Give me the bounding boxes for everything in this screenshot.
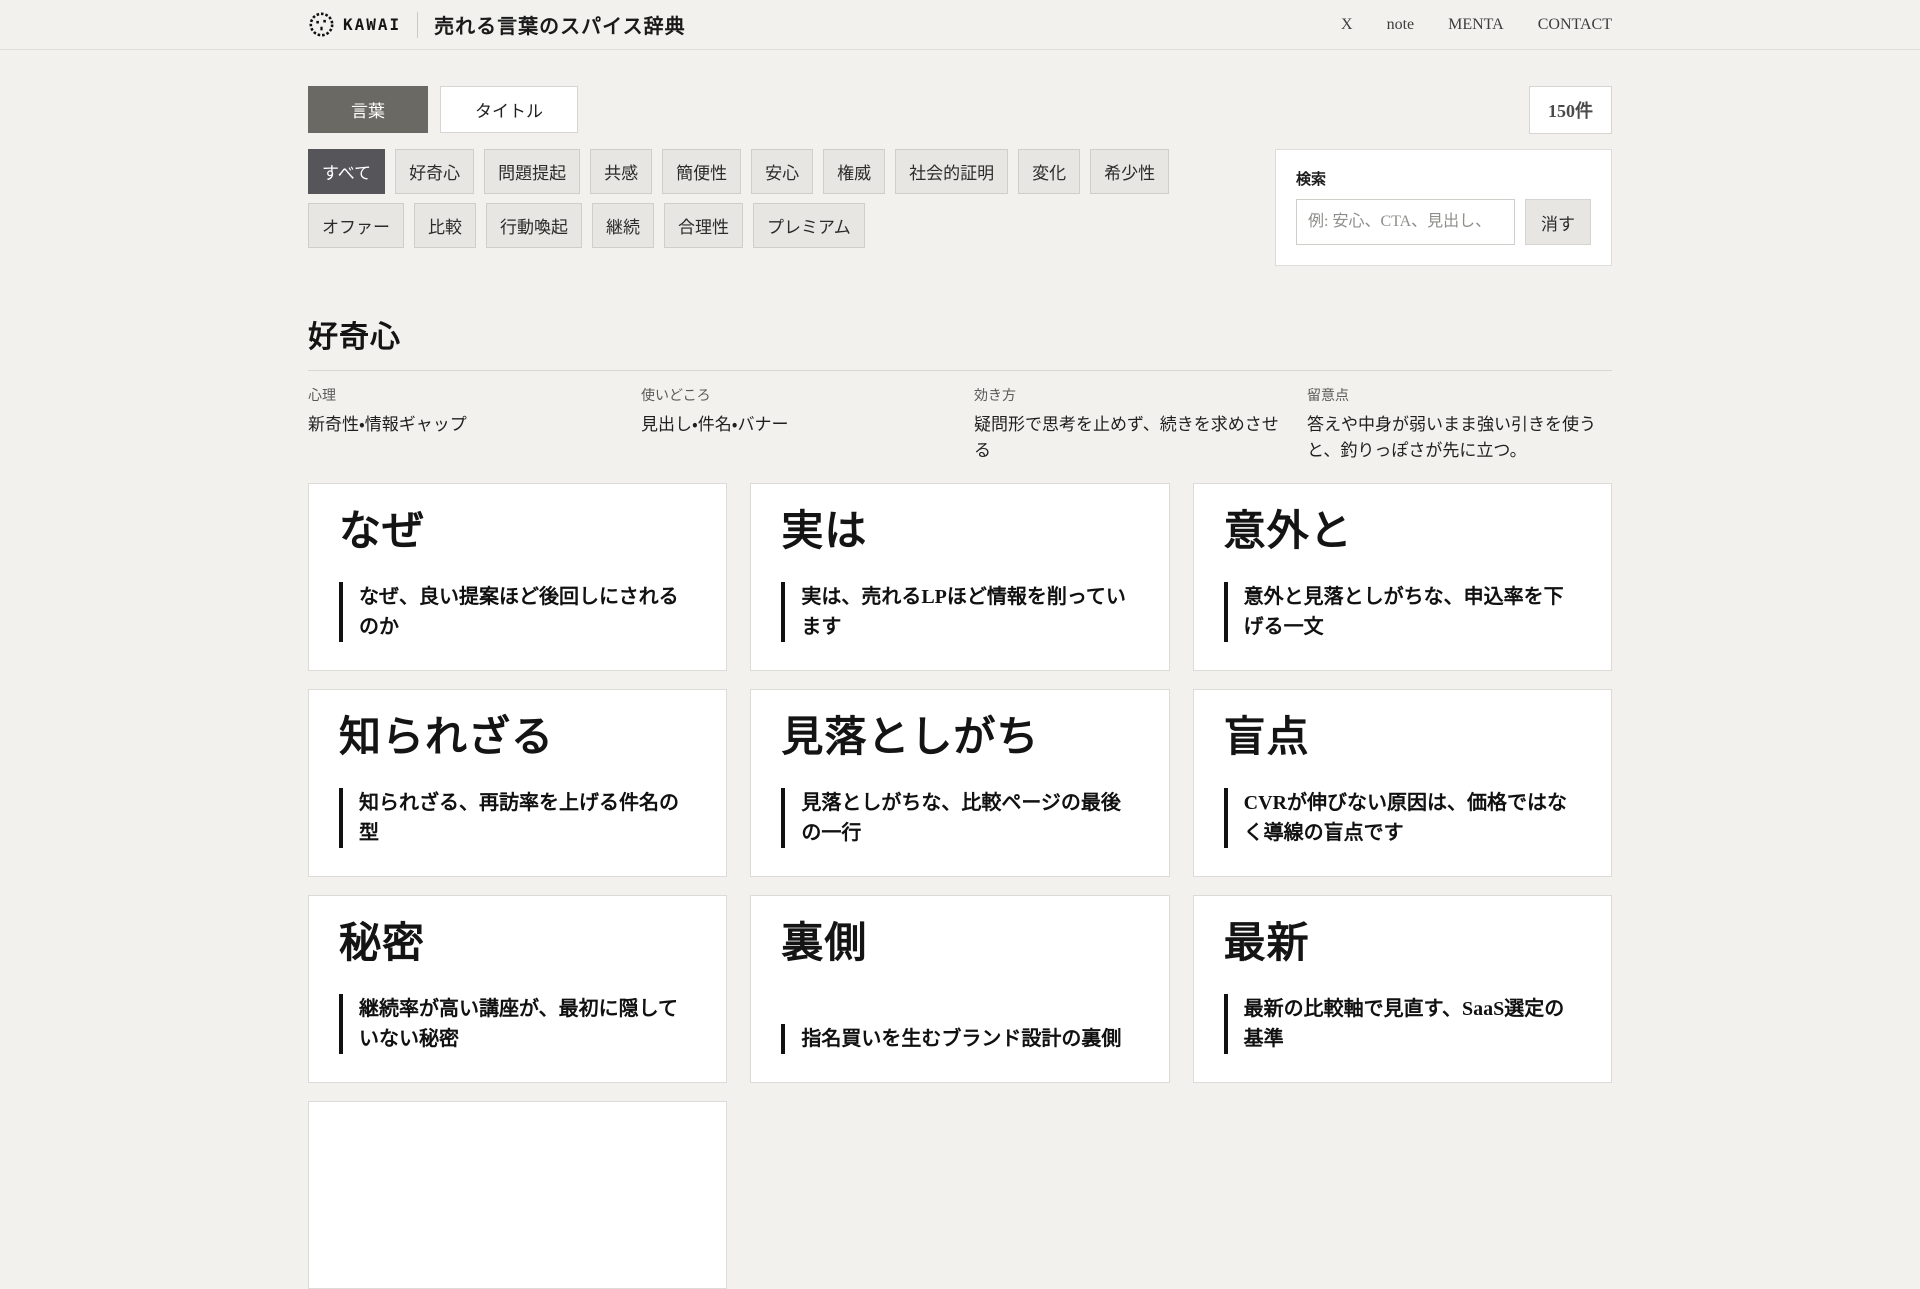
word-card[interactable]: なぜ なぜ、良い提案ほど後回しにされるのか: [308, 482, 728, 671]
meta-value: 見出し・件名・バナー: [641, 415, 789, 434]
filter-social-proof[interactable]: 社会的証明: [895, 149, 1009, 194]
filter-call-to-action[interactable]: 行動喚起: [486, 203, 582, 248]
toolbar-filters: すべて 好奇心 問題提起 共感 簡便性 安心 権威 社会的証明 変化 希少性 オ…: [308, 149, 1612, 266]
word-card-example: 最新の比較軸で見直す、SaaS選定の基準: [1223, 993, 1581, 1054]
meta-where-to-use: 使いどころ 見出し・件名・バナー: [641, 385, 946, 465]
word-card-title: 実は: [781, 506, 868, 554]
brand-name: KAWAI: [343, 15, 402, 34]
category-filters: すべて 好奇心 問題提起 共感 簡便性 安心 権威 社会的証明 変化 希少性 オ…: [308, 149, 1238, 248]
brand-logo[interactable]: KAWAI: [308, 11, 401, 38]
section-divider: [308, 370, 1612, 371]
filter-curiosity[interactable]: 好奇心: [395, 149, 475, 194]
brand-area: KAWAI 売れる言葉のスパイス辞典: [308, 10, 686, 39]
meta-value: 答えや中身が弱いまま強い引きを使うと、釣りっぽさが先に立つ。: [1307, 415, 1596, 461]
word-card[interactable]: 実は 実は、売れるLPほど情報を削っています: [750, 482, 1170, 671]
toolbar-top: 言葉 タイトル 150件: [308, 86, 1612, 134]
pixel-face-icon: [308, 11, 335, 38]
nav-link-x[interactable]: X: [1341, 16, 1353, 34]
filter-authority[interactable]: 権威: [823, 149, 886, 194]
word-card[interactable]: 裏側 指名買いを生むブランド設計の裏側: [750, 894, 1170, 1083]
meta-label: 心理: [308, 387, 336, 403]
word-card[interactable]: 見落としがち 見落としがちな、比較ページの最後の一行: [750, 688, 1170, 877]
filter-empathy[interactable]: 共感: [590, 149, 653, 194]
search-input[interactable]: [1296, 199, 1515, 245]
section-title: 好奇心: [308, 321, 401, 354]
result-count-badge: 150件: [1529, 86, 1612, 134]
site-title: 売れる言葉のスパイス辞典: [434, 16, 686, 38]
category-meta: 心理 新奇性・情報ギャップ 使いどころ 見出し・件名・バナー 効き方 疑問形で思…: [308, 385, 1612, 465]
word-card[interactable]: 盲点 CVRが伸びない原因は、価格ではなく導線の盲点です: [1192, 688, 1612, 877]
category-section: 好奇心 心理 新奇性・情報ギャップ 使いどころ 見出し・件名・バナー 効き方 疑…: [308, 312, 1612, 1289]
word-card-example: 実は、売れるLPほど情報を削っています: [781, 581, 1138, 642]
nav-link-note[interactable]: note: [1387, 16, 1415, 34]
word-card[interactable]: 最新 最新の比較軸で見直す、SaaS選定の基準: [1192, 894, 1612, 1083]
main-nav: X note MENTA CONTACT: [1307, 16, 1612, 34]
meta-caution: 留意点 答えや中身が弱いまま強い引きを使うと、釣りっぽさが先に立つ。: [1307, 385, 1612, 465]
word-card-title: 盲点: [1223, 712, 1310, 760]
word-card-example: 見落としがちな、比較ページの最後の一行: [781, 787, 1138, 848]
filter-offer[interactable]: オファー: [308, 203, 404, 248]
word-card-title: 最新: [1223, 918, 1310, 966]
meta-label: 使いどころ: [641, 387, 711, 403]
site-header: KAWAI 売れる言葉のスパイス辞典 X note MENTA CONTACT: [0, 0, 1920, 50]
main-content: 言葉 タイトル 150件 すべて 好奇心 問題提起 共感 簡便性 安心 権威 社…: [308, 86, 1612, 1289]
filter-continuity[interactable]: 継続: [592, 203, 654, 248]
word-card[interactable]: [308, 1100, 728, 1289]
filter-premium[interactable]: プレミアム: [753, 203, 865, 248]
word-card-title: 秘密: [339, 918, 426, 966]
word-cards-grid: なぜ なぜ、良い提案ほど後回しにされるのか 実は 実は、売れるLPほど情報を削っ…: [308, 482, 1612, 1289]
word-card-example: 知られざる、再訪率を上げる件名の型: [339, 787, 696, 848]
word-card-title: 意外と: [1223, 506, 1353, 554]
filter-rationality[interactable]: 合理性: [664, 203, 743, 248]
word-card-title: 裏側: [781, 918, 868, 966]
nav-link-menta[interactable]: MENTA: [1448, 16, 1504, 34]
word-card-example: なぜ、良い提案ほど後回しにされるのか: [339, 581, 696, 642]
filter-scarcity[interactable]: 希少性: [1090, 149, 1170, 194]
header-divider: [417, 11, 419, 38]
tab-titles[interactable]: タイトル: [440, 86, 578, 133]
filter-simplicity[interactable]: 簡便性: [662, 149, 742, 194]
meta-psychology: 心理 新奇性・情報ギャップ: [308, 385, 613, 465]
meta-how-it-works: 効き方 疑問形で思考を止めず、続きを求めさせる: [974, 385, 1279, 465]
word-card[interactable]: 知られざる 知られざる、再訪率を上げる件名の型: [308, 688, 728, 877]
meta-label: 効き方: [974, 387, 1016, 403]
meta-value: 疑問形で思考を止めず、続きを求めさせる: [974, 415, 1279, 461]
filter-comparison[interactable]: 比較: [414, 203, 476, 248]
meta-value: 新奇性・情報ギャップ: [308, 415, 467, 434]
word-card-example: 意外と見落としがちな、申込率を下げる一文: [1223, 581, 1581, 642]
word-card[interactable]: 秘密 継続率が高い講座が、最初に隠していない秘密: [308, 894, 728, 1083]
filter-change[interactable]: 変化: [1018, 149, 1081, 194]
mode-tabs: 言葉 タイトル: [308, 86, 578, 133]
word-card[interactable]: 意外と 意外と見落としがちな、申込率を下げる一文: [1192, 482, 1612, 671]
word-card-example: 指名買いを生むブランド設計の裏側: [781, 1023, 1138, 1054]
word-card-example: CVRが伸びない原因は、価格ではなく導線の盲点です: [1223, 787, 1581, 848]
clear-search-button[interactable]: 消す: [1525, 199, 1591, 245]
nav-link-contact[interactable]: CONTACT: [1538, 16, 1612, 34]
meta-label: 留意点: [1307, 387, 1349, 403]
word-card-example: 継続率が高い講座が、最初に隠していない秘密: [339, 993, 696, 1054]
word-card-title: 知られざる: [339, 712, 555, 760]
tab-words[interactable]: 言葉: [308, 86, 428, 133]
filter-all[interactable]: すべて: [308, 149, 386, 194]
filter-problem[interactable]: 問題提起: [484, 149, 581, 194]
search-panel: 検索 消す: [1275, 149, 1612, 266]
word-card-title: なぜ: [339, 506, 426, 554]
word-card-title: 見落としがち: [781, 712, 1040, 760]
filter-safety[interactable]: 安心: [751, 149, 814, 194]
search-label: 検索: [1296, 171, 1327, 188]
